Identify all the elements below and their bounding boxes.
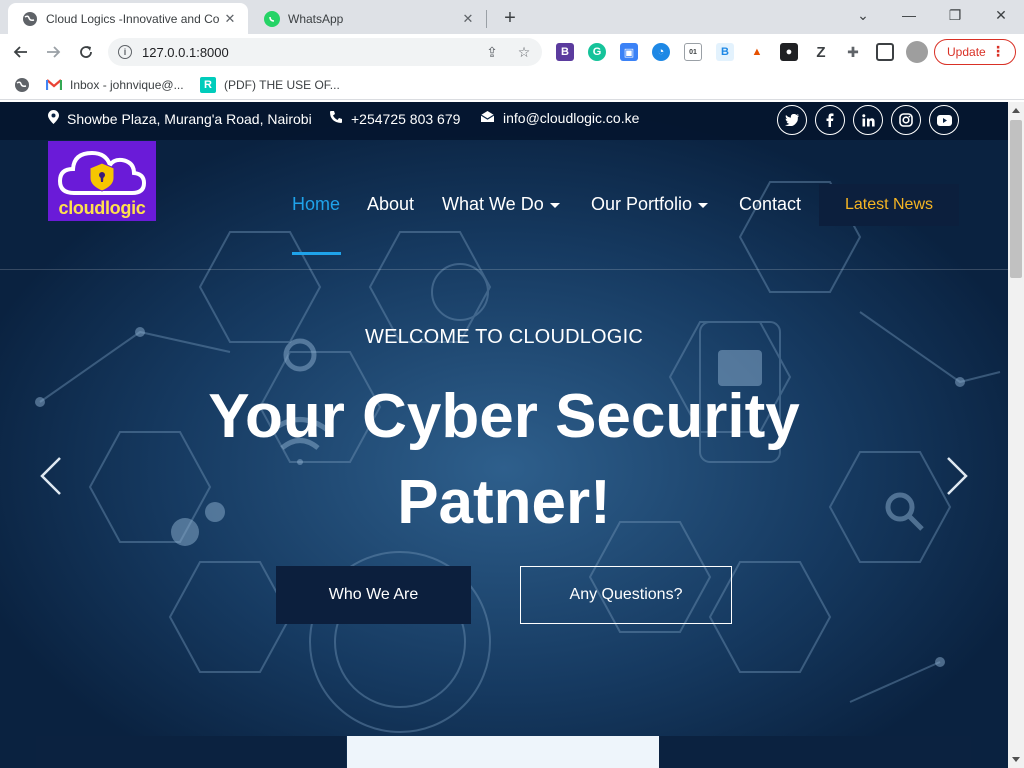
latest-news-button[interactable]: Latest News — [819, 184, 959, 226]
nav-portfolio[interactable]: Our Portfolio — [591, 194, 709, 215]
new-tab-button[interactable]: + — [498, 6, 522, 30]
grammarly-extension-icon[interactable]: G — [588, 43, 606, 61]
any-questions-button[interactable]: Any Questions? — [520, 566, 732, 624]
feature-card-3 — [659, 735, 971, 768]
multi-tab-extension-icon[interactable]: ▣ — [620, 43, 638, 61]
hero-headline: Your Cyber Security Patner! — [208, 382, 800, 537]
site-info-icon[interactable]: i — [118, 45, 132, 59]
back-button[interactable] — [8, 39, 34, 65]
share-icon[interactable]: ⇪ — [483, 43, 501, 61]
bookmark-researchgate-pdf[interactable]: R (PDF) THE USE OF... — [200, 76, 340, 94]
nav-portfolio-label: Our Portfolio — [591, 194, 693, 214]
address-text: Showbe Plaza, Murang'a Road, Nairobi — [67, 110, 312, 127]
address-bar[interactable]: i 127.0.0.1:8000 — [108, 38, 542, 66]
nav-home[interactable]: Home — [292, 194, 340, 215]
scrollbar-thumb[interactable] — [1010, 120, 1022, 278]
whatsapp-icon — [264, 10, 280, 27]
scroll-up-icon[interactable] — [1012, 108, 1020, 113]
restore-icon[interactable]: ❐ — [932, 0, 978, 30]
forward-button[interactable] — [40, 39, 66, 65]
update-label: Update — [947, 45, 986, 59]
nav-contact[interactable]: Contact — [739, 194, 801, 215]
logo-wordmark: cloudlogic — [58, 198, 146, 218]
phone-info[interactable]: +254725 803 679 — [329, 110, 460, 127]
alert-extension-icon[interactable]: ▲ — [748, 43, 766, 61]
profile-avatar[interactable] — [906, 41, 928, 63]
side-panel-icon[interactable] — [876, 43, 894, 61]
hero-welcome-text: WELCOME TO CLOUDLOGIC — [365, 326, 643, 348]
feature-card-1 — [36, 735, 346, 768]
phone-text: +254725 803 679 — [351, 110, 461, 127]
scroll-down-icon[interactable] — [1012, 757, 1020, 762]
more-menu-icon[interactable]: ⋮ — [991, 43, 1005, 60]
close-tab-icon[interactable]: ✕ — [222, 11, 238, 27]
researchgate-icon: R — [200, 77, 216, 93]
close-tab-icon[interactable]: ✕ — [460, 11, 476, 27]
tab-whatsapp[interactable]: WhatsApp ✕ — [250, 3, 486, 34]
caret-down-icon — [549, 202, 560, 208]
phone-icon — [329, 110, 343, 127]
website-viewport: Showbe Plaza, Murang'a Road, Nairobi +25… — [0, 102, 1008, 768]
update-button[interactable]: Update ⋮ — [934, 39, 1016, 65]
bootstrap-extension-icon[interactable]: B — [556, 43, 574, 61]
gmail-icon — [46, 77, 62, 93]
minimize-icon[interactable]: — — [886, 0, 932, 30]
email-info[interactable]: info@cloudlogic.co.ke — [480, 110, 639, 126]
address-info: Showbe Plaza, Murang'a Road, Nairobi — [48, 110, 312, 127]
apps-globe-icon[interactable] — [14, 76, 38, 94]
nav-active-indicator — [292, 252, 341, 255]
linkedin-icon[interactable] — [853, 105, 883, 135]
map-pin-icon — [48, 110, 59, 127]
url-text: 127.0.0.1:8000 — [142, 44, 229, 60]
envelope-icon — [480, 110, 495, 126]
nav-what-we-do-label: What We Do — [442, 194, 544, 214]
bookmark-gmail-inbox[interactable]: Inbox - johnvique@... — [46, 76, 184, 94]
tab-title: WhatsApp — [288, 11, 344, 26]
carousel-prev-icon[interactable] — [36, 454, 66, 498]
tab-search-chevron-icon[interactable]: ⌄ — [840, 0, 886, 30]
z-extension-icon[interactable]: Z — [812, 43, 830, 61]
tab-title: Cloud Logics -Innovative and Co — [46, 11, 220, 26]
tab-cloud-logics[interactable]: Cloud Logics -Innovative and Co ✕ — [8, 3, 248, 34]
nav-divider — [0, 269, 1008, 270]
speed-extension-icon[interactable]: ◔ — [652, 43, 670, 61]
binary-extension-icon[interactable]: 01 — [684, 43, 702, 61]
youtube-icon[interactable] — [929, 105, 959, 135]
globe-icon — [22, 11, 38, 27]
facebook-icon[interactable] — [815, 105, 845, 135]
bookmark-label: (PDF) THE USE OF... — [224, 78, 340, 92]
github-extension-icon[interactable]: ● — [780, 43, 798, 61]
browser-tab-strip: Cloud Logics -Innovative and Co ✕ WhatsA… — [0, 0, 1024, 34]
document-extension-icon[interactable]: B — [716, 43, 734, 61]
bookmark-star-icon[interactable]: ☆ — [515, 43, 533, 61]
email-text: info@cloudlogic.co.ke — [503, 110, 640, 126]
carousel-next-icon[interactable] — [942, 454, 972, 498]
cloudlogic-logo[interactable]: cloudlogic — [48, 141, 156, 221]
page-scrollbar[interactable] — [1008, 102, 1024, 768]
who-we-are-button[interactable]: Who We Are — [276, 566, 471, 624]
caret-down-icon — [698, 202, 709, 208]
close-window-icon[interactable]: ✕ — [978, 0, 1024, 30]
contact-topbar: Showbe Plaza, Murang'a Road, Nairobi +25… — [0, 102, 1008, 140]
bookmark-label: Inbox - johnvique@... — [70, 78, 184, 92]
instagram-icon[interactable] — [891, 105, 921, 135]
nav-about[interactable]: About — [367, 194, 414, 215]
browser-toolbar: i 127.0.0.1:8000 ⇪ ☆ B G ▣ ◔ 01 B ▲ ● Z … — [0, 34, 1024, 70]
cloud-shield-icon — [57, 150, 147, 195]
tab-separator — [486, 10, 487, 28]
bookmarks-bar: Inbox - johnvique@... R (PDF) THE USE OF… — [0, 70, 1024, 100]
reload-button[interactable] — [73, 39, 99, 65]
feature-card-2 — [347, 735, 659, 768]
extensions-puzzle-icon[interactable]: ✚ — [844, 43, 862, 61]
twitter-icon[interactable] — [777, 105, 807, 135]
nav-what-we-do[interactable]: What We Do — [442, 194, 560, 215]
